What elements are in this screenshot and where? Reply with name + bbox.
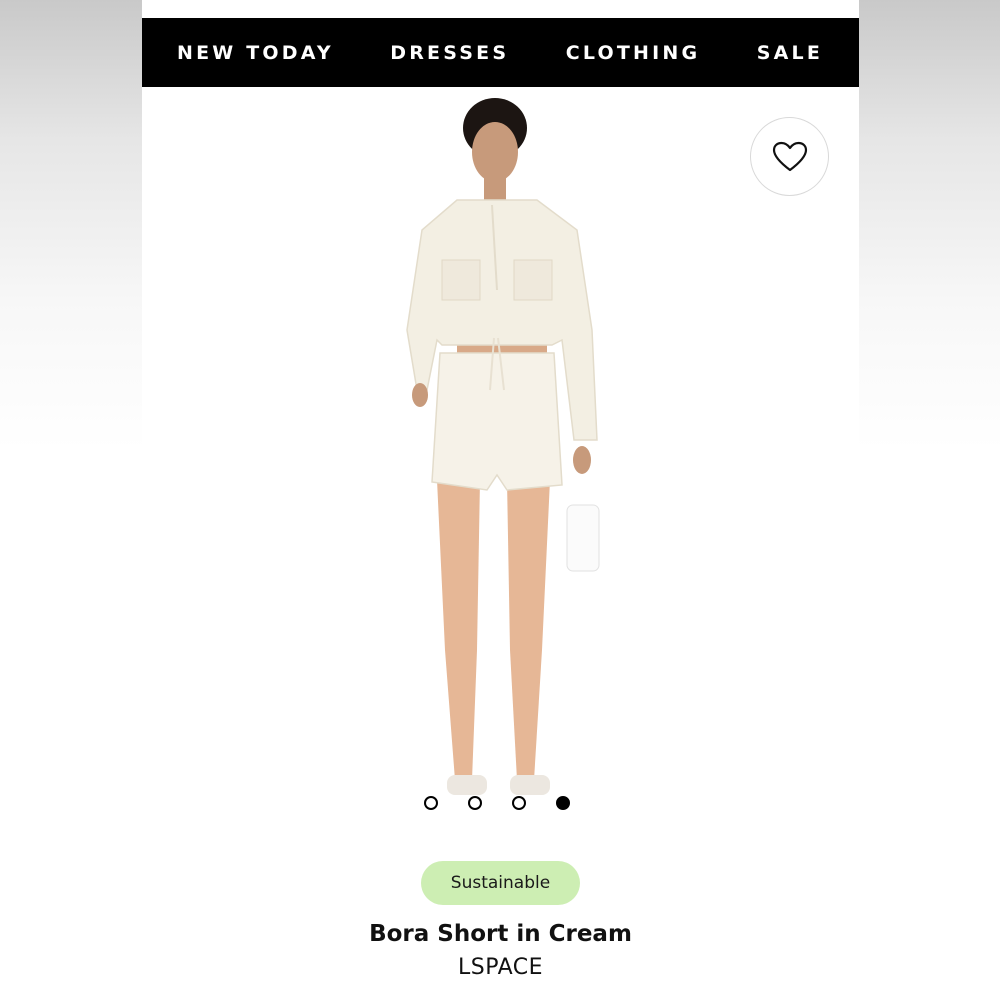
- product-title: Bora Short in Cream: [369, 921, 632, 947]
- favorite-button[interactable]: [750, 117, 829, 196]
- nav-item-dresses[interactable]: DRESSES: [390, 42, 509, 64]
- carousel-indicators: [424, 796, 570, 810]
- top-navigation: NEW TODAY DRESSES CLOTHING SALE: [142, 18, 859, 87]
- heart-icon: [772, 141, 807, 171]
- carousel-dot[interactable]: [512, 796, 526, 810]
- product-brand[interactable]: LSPACE: [142, 955, 859, 980]
- carousel-dot-active[interactable]: [556, 796, 570, 810]
- product-image[interactable]: [342, 90, 662, 820]
- carousel-dot[interactable]: [468, 796, 482, 810]
- nav-item-new-today[interactable]: NEW TODAY: [177, 42, 334, 64]
- product-page: NEW TODAY DRESSES CLOTHING SALE Sustaina…: [142, 0, 859, 1000]
- nav-item-sale[interactable]: SALE: [757, 42, 823, 64]
- sustainable-badge: Sustainable: [421, 861, 580, 905]
- carousel-dot[interactable]: [424, 796, 438, 810]
- nav-item-clothing[interactable]: CLOTHING: [566, 42, 701, 64]
